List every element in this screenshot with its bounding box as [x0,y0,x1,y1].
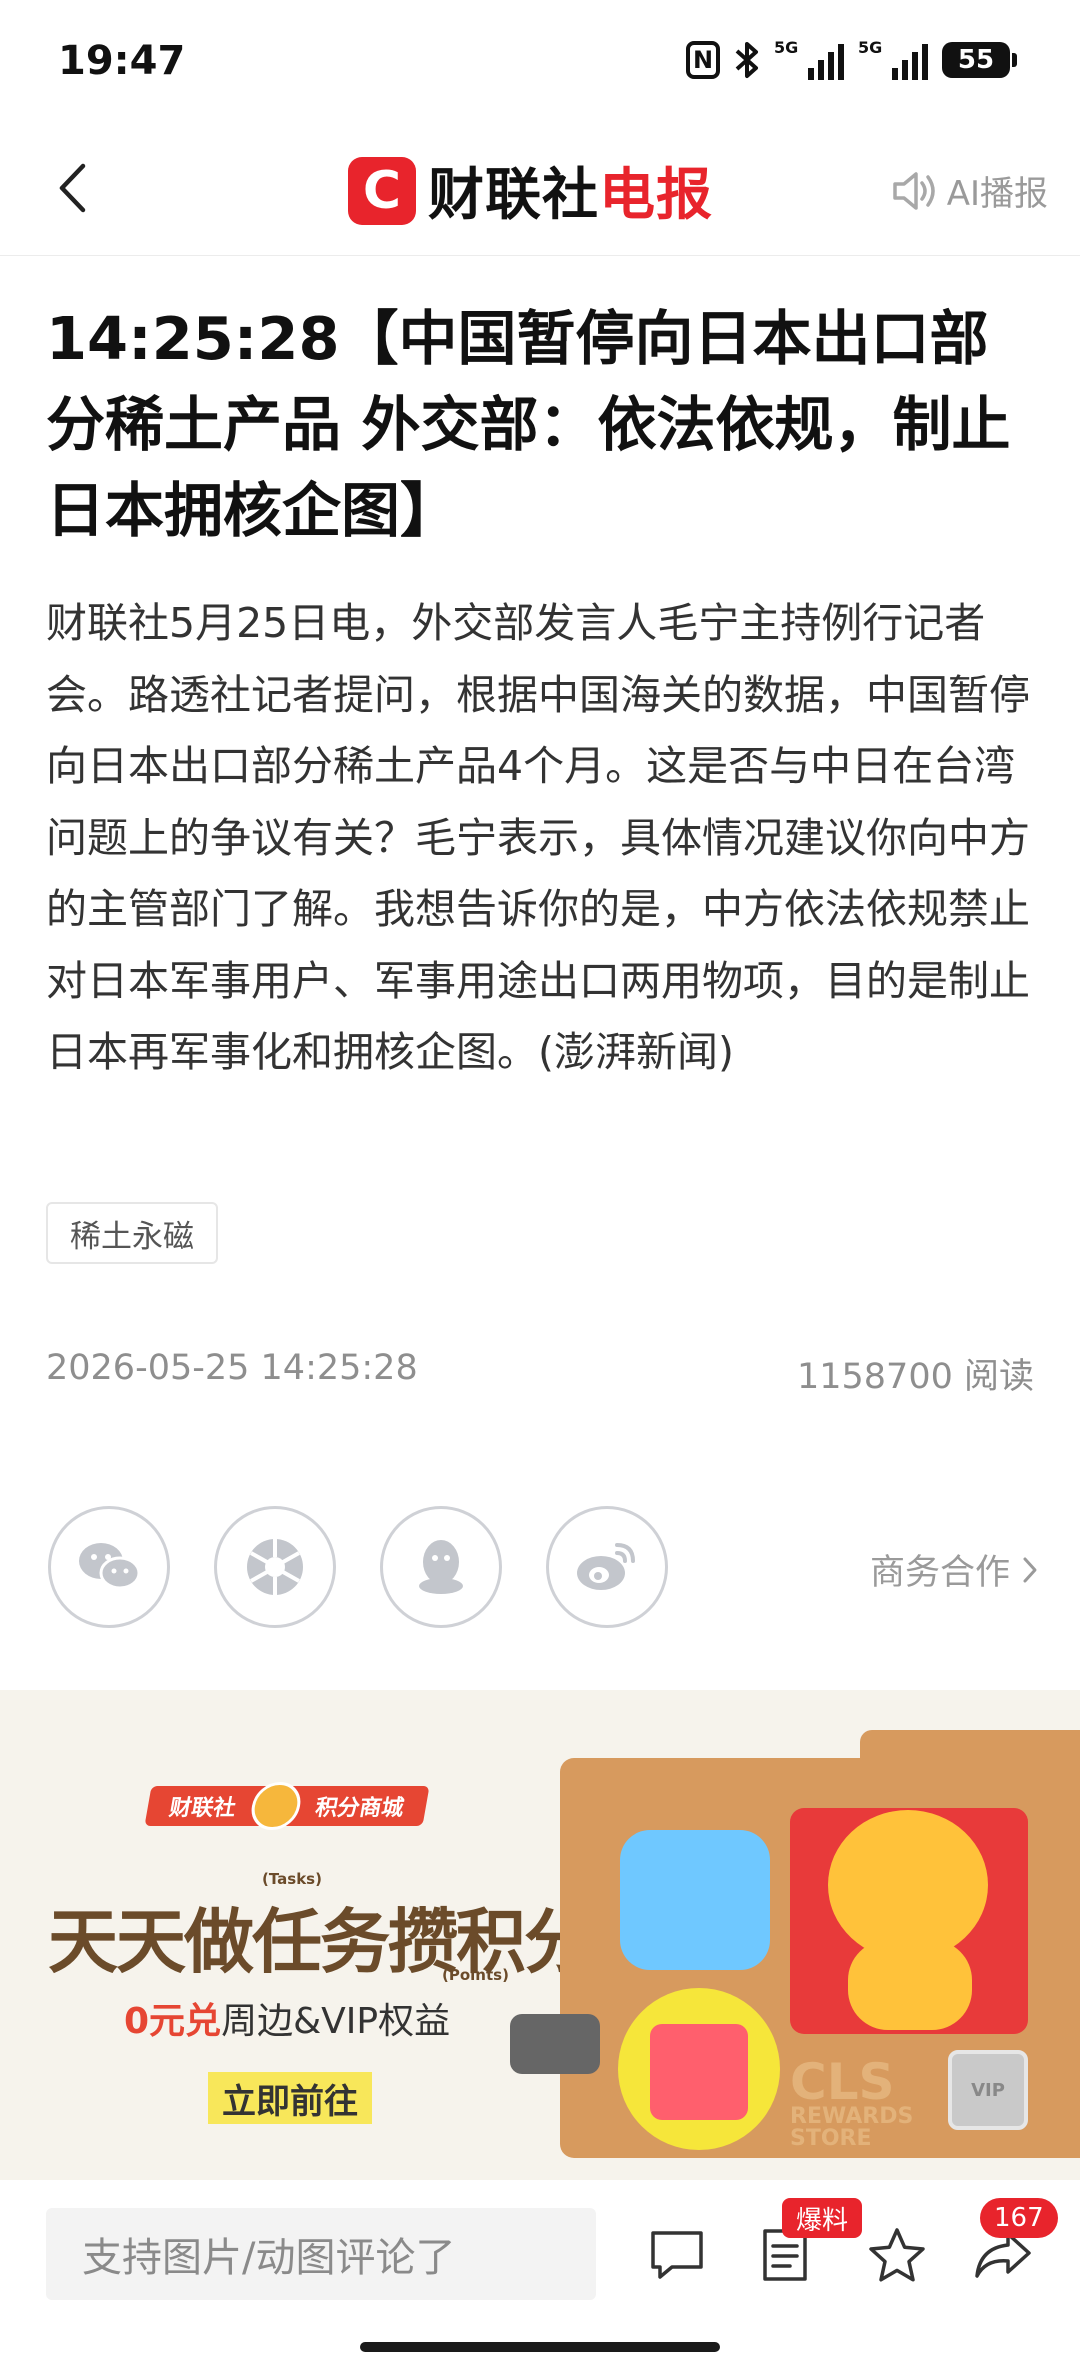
article-body: 财联社5月25日电，外交部发言人毛宁主持例行记者会。路透社记者提问，根据中国海关… [46,599,1030,1076]
business-label: 商务合作 [869,1553,1010,1593]
app-header: C 财联社电报 AI播报 [0,120,1080,256]
star-icon [869,2228,925,2282]
nfc-icon: N [686,41,720,79]
qq-icon [419,1540,463,1594]
banner-subtitle: 0元兑周边&VIP权益 [124,2001,451,2042]
back-button[interactable] [42,158,102,218]
share-wechat-button[interactable] [48,1506,170,1628]
bottom-action-bar: 支持图片/动图评论了 爆料 167 [0,2180,1080,2376]
comment-icon [651,2231,703,2279]
publish-date: 2026-05-25 14:25:28 [46,1348,418,1388]
status-bar: 19:47 N 5G 5G 55 [0,0,1080,120]
read-count: 1158700 阅读 [796,1357,1034,1397]
vip-badge-icon: VIP [948,2050,1028,2130]
home-indicator[interactable] [360,2342,720,2352]
bluetooth-icon [734,41,760,79]
coin-icon [247,1782,305,1830]
chevron-left-icon [59,163,86,213]
ai-play-label: AI播报 [946,174,1048,214]
mascot-body [848,1940,972,2030]
status-time: 19:47 [58,38,186,84]
logo-text: 财联社电报 [428,163,713,228]
comment-input[interactable]: 支持图片/动图评论了 [46,2208,596,2300]
share-count-badge: 167 [980,2198,1058,2238]
weibo-icon [577,1543,635,1590]
chevron-right-icon [1023,1557,1037,1582]
ai-play-button[interactable]: AI播报 [891,166,1048,215]
banner-brand: 财联社 积分商城 [144,1782,430,1830]
share-qq-button[interactable] [380,1506,502,1628]
banner-headline: 天天做任务攒积分 [48,1901,594,1983]
share-row [48,1506,668,1628]
app-logo: C 财联社电报 [348,150,713,231]
speaker-icon [892,171,935,210]
business-cooperation-link[interactable]: 商务合作 [870,1544,1038,1595]
gift-box-icon [620,1830,770,1970]
share-moments-button[interactable] [214,1506,336,1628]
wechat-icon [79,1543,141,1590]
moments-icon [247,1539,303,1595]
binder-clip-icon [510,2014,600,2074]
comment-button[interactable] [642,2220,712,2290]
rewards-banner[interactable]: 财联社 积分商城 (Tasks) 天天做任务攒积分 (Points) 0元兑周边… [0,1690,1080,2180]
calendar-icon [650,2024,748,2120]
logo-mark: C [348,156,416,225]
favorite-button[interactable] [862,2220,932,2290]
signal-icon-2: 5G [858,38,928,80]
battery-icon: 55 [942,42,1017,78]
banner-cta-button[interactable]: 立即前往 [208,2072,372,2124]
share-weibo-button[interactable] [546,1506,668,1628]
article-headline: 14:25:28【中国暂停向日本出口部分稀土产品 外交部：依法依规，制止日本拥核… [46,304,1011,545]
topic-tag[interactable]: 稀土永磁 [46,1202,218,1264]
cls-rewards-logo: CLS REWARDS STORE [790,2053,914,2151]
banner-points-label: (Points) [442,1966,509,1984]
mascot-cat-icon [828,1810,988,1960]
signal-icon-1: 5G [774,38,844,80]
status-icons: N 5G 5G 55 [686,38,1017,80]
baoliao-badge: 爆料 [782,2198,863,2238]
